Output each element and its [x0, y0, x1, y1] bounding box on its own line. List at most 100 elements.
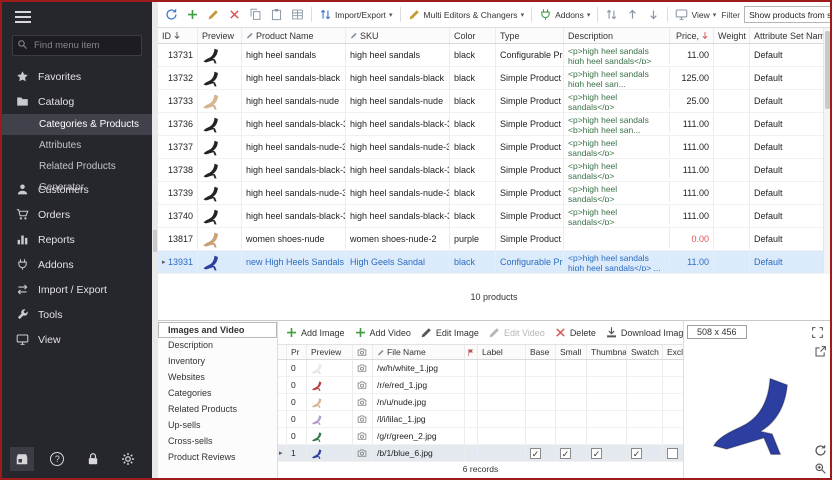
thumbnail-checkbox[interactable]	[591, 380, 602, 391]
base-checkbox[interactable]	[530, 397, 541, 408]
product-row[interactable]: 13736 high heel sandals-black-36 high he…	[158, 113, 823, 136]
sidebar-item-import-export[interactable]: Import / Export	[2, 277, 152, 302]
col-header-exclude[interactable]: Exclude	[663, 345, 683, 359]
sidebar-subitem[interactable]: Related Products Generator	[2, 156, 152, 177]
fullscreen-button[interactable]	[808, 324, 827, 341]
swatch-checkbox[interactable]	[631, 380, 642, 391]
swatch-checkbox[interactable]	[631, 363, 642, 374]
add-image-button[interactable]: Add Image	[282, 324, 348, 341]
view-menu[interactable]: View ▾	[672, 6, 719, 23]
delete-image-button[interactable]: Delete	[551, 324, 599, 341]
small-checkbox[interactable]	[560, 380, 571, 391]
image-row[interactable]: 0 /n/u/nude.jpg	[278, 394, 683, 411]
product-row[interactable]: 13731 high heel sandals high heel sandal…	[158, 44, 823, 67]
col-header-image-preview[interactable]: Preview	[307, 345, 353, 359]
product-row[interactable]: 13739 high heel sandals-nude-37 high hee…	[158, 182, 823, 205]
thumbnail-checkbox[interactable]	[591, 431, 602, 442]
detail-tab[interactable]: Categories	[158, 386, 277, 402]
lock-button[interactable]	[81, 447, 105, 471]
col-header-description[interactable]: Description	[564, 28, 670, 43]
menu-toggle-icon[interactable]	[2, 2, 152, 32]
exclude-checkbox[interactable]	[667, 397, 678, 408]
sidebar-subitem[interactable]: Attributes	[2, 135, 152, 156]
edit-image-button[interactable]: Edit Image	[417, 324, 482, 341]
base-checkbox[interactable]	[530, 414, 541, 425]
store-button[interactable]	[10, 447, 34, 471]
swatch-checkbox[interactable]	[631, 397, 642, 408]
image-row[interactable]: ▸ 1 /b/1/blue_6.jpg ✓	[278, 445, 683, 462]
grid-scrollbar[interactable]	[823, 28, 830, 274]
exclude-checkbox[interactable]	[667, 414, 678, 425]
move-up-button[interactable]	[623, 6, 642, 23]
base-checkbox[interactable]: ✓	[530, 448, 541, 459]
detail-tab[interactable]: Description	[158, 338, 277, 354]
product-row[interactable]: 13733 high heel sandals-nude high heel s…	[158, 90, 823, 113]
swatch-checkbox[interactable]	[631, 414, 642, 425]
sidebar-item-catalog[interactable]: Catalog	[2, 89, 152, 114]
rotate-button[interactable]	[813, 443, 828, 458]
swatch-checkbox[interactable]	[631, 431, 642, 442]
detail-tab[interactable]: Images and Video	[158, 322, 277, 338]
detail-tab[interactable]: Websites	[158, 370, 277, 386]
thumbnail-checkbox[interactable]: ✓	[591, 448, 602, 459]
thumbnail-checkbox[interactable]	[591, 397, 602, 408]
exclude-checkbox[interactable]	[667, 448, 678, 459]
import-export-menu[interactable]: Import/Export ▾	[316, 6, 396, 23]
sort-rules-button[interactable]	[602, 6, 621, 23]
detail-tab[interactable]: Up-sells	[158, 418, 277, 434]
delete-product-button[interactable]	[225, 6, 244, 23]
zoom-button[interactable]	[813, 461, 828, 476]
menu-search-input[interactable]	[12, 35, 142, 56]
category-filter-select[interactable]: Show products from selected categories ▾	[744, 6, 830, 23]
col-header-thumbnail[interactable]: Thumbna	[587, 345, 627, 359]
sidebar-item-view[interactable]: View	[2, 327, 152, 352]
small-checkbox[interactable]	[560, 363, 571, 374]
detail-tab[interactable]: Related Products	[158, 402, 277, 418]
product-row[interactable]: 13732 high heel sandals-black high heel …	[158, 67, 823, 90]
multi-editors-menu[interactable]: Multi Editors & Changers ▾	[405, 6, 528, 23]
col-header-label[interactable]: Label	[478, 345, 526, 359]
help-button[interactable]: ?	[45, 447, 69, 471]
col-header-attribute-set[interactable]: Attribute Set Name	[750, 28, 823, 43]
copy-button[interactable]	[246, 6, 265, 23]
sidebar-subitem[interactable]: Categories & Products	[2, 114, 152, 135]
col-header-priority[interactable]: Pr	[287, 345, 307, 359]
sidebar-item-reports[interactable]: Reports	[2, 227, 152, 252]
swatch-checkbox[interactable]: ✓	[631, 448, 642, 459]
product-row[interactable]: 13738 high heel sandals-black-37 high he…	[158, 159, 823, 182]
thumbnail-checkbox[interactable]	[591, 363, 602, 374]
product-row[interactable]: 13737 high heel sandals-nude-36 high hee…	[158, 136, 823, 159]
col-header-file-name[interactable]: File Name	[373, 345, 465, 359]
splitter-grip[interactable]	[153, 230, 157, 252]
col-header-weight[interactable]: Weight	[714, 28, 750, 43]
detail-tab[interactable]: Product Reviews	[158, 450, 277, 466]
product-row[interactable]: 13740 high heel sandals-black-38 high he…	[158, 205, 823, 228]
col-header-swatch[interactable]: Swatch	[627, 345, 663, 359]
sidebar-item-addons[interactable]: Addons	[2, 252, 152, 277]
edit-video-button[interactable]: Edit Video	[485, 324, 548, 341]
col-header-preview[interactable]: Preview	[198, 28, 242, 43]
col-header-type[interactable]: Type	[496, 28, 564, 43]
base-checkbox[interactable]	[530, 380, 541, 391]
col-header-color[interactable]: Color	[450, 28, 496, 43]
add-product-button[interactable]	[183, 6, 202, 23]
product-row[interactable]: 13817 women shoes-nude women shoes-nude-…	[158, 228, 823, 251]
col-header-base[interactable]: Base	[526, 345, 556, 359]
add-video-button[interactable]: Add Video	[351, 324, 414, 341]
small-checkbox[interactable]	[560, 431, 571, 442]
base-checkbox[interactable]	[530, 431, 541, 442]
product-row[interactable]: ▸ 13931 new High Heels Sandals High Geel…	[158, 251, 823, 274]
col-header-small[interactable]: Small	[556, 345, 587, 359]
detail-tab[interactable]: Inventory	[158, 354, 277, 370]
sidebar-item-favorites[interactable]: Favorites	[2, 64, 152, 89]
col-header-id[interactable]: ID	[158, 28, 198, 43]
sidebar-item-tools[interactable]: Tools	[2, 302, 152, 327]
scrollbar-thumb[interactable]	[825, 31, 830, 109]
col-header-sku[interactable]: SKU	[346, 28, 450, 43]
refresh-button[interactable]	[162, 6, 181, 23]
addons-menu[interactable]: Addons ▾	[536, 6, 593, 23]
image-row[interactable]: 0 /w/h/white_1.jpg	[278, 360, 683, 377]
col-header-media-type[interactable]	[353, 345, 373, 359]
open-in-window-button[interactable]	[813, 344, 828, 359]
col-header-flag[interactable]	[465, 345, 478, 359]
